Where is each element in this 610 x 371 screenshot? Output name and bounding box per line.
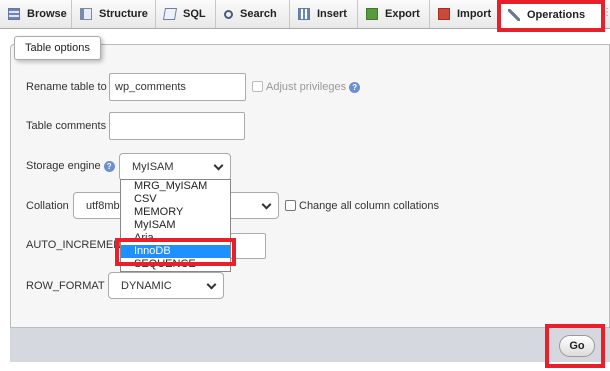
collation-value: utf8mb [86,199,120,212]
table-comments-label: Table comments [26,120,107,132]
tab-label: Browse [27,8,67,20]
adjust-privileges-checkbox[interactable] [252,81,263,92]
insert-icon [298,8,310,20]
search-icon [224,9,233,19]
more-tabs-icon[interactable]: ⋮ [602,7,610,19]
tab-label: Import [457,8,492,20]
storage-engine-value: MyISAM [132,161,174,173]
tab-search[interactable]: Search [216,0,290,28]
tab-label: Structure [99,8,148,20]
storage-engine-select[interactable]: MyISAM [119,153,231,181]
storage-option[interactable]: SEQUENCE [121,258,230,271]
panel-footer [10,327,610,362]
auto-increment-label: AUTO_INCREMENT [26,239,128,251]
tab-label: Operations [527,9,586,21]
rename-table-input[interactable]: wp_comments [109,73,246,101]
storage-option[interactable]: CSV [121,193,230,206]
storage-option-selected[interactable]: InnoDB [121,245,230,258]
import-icon [438,8,450,20]
tab-import[interactable]: Import [430,0,500,28]
storage-option[interactable]: MEMORY [121,206,230,219]
tab-label: Search [240,8,277,20]
chevron-down-icon [213,160,224,171]
wrench-icon [508,9,520,21]
tab-label: Export [385,8,420,20]
tab-browse[interactable]: Browse [0,0,72,28]
sql-icon [162,8,178,20]
change-all-collations-label: Change all column collations [299,200,440,212]
tab-bar: Browse Structure SQL Search Insert Expor… [0,0,610,30]
browse-icon [8,8,20,20]
structure-icon [80,8,92,20]
tab-structure[interactable]: Structure [72,0,156,28]
tab-sql[interactable]: SQL [156,0,216,28]
go-button[interactable]: Go [559,335,595,357]
tab-label: SQL [183,8,206,20]
adjust-privileges-label: Adjust privileges ? [266,81,361,93]
tab-operations[interactable]: Operations [500,0,602,30]
rename-table-label: Rename table to [26,81,107,93]
help-icon[interactable]: ? [103,160,115,172]
tab-export[interactable]: Export [358,0,430,28]
help-icon[interactable]: ? [349,81,361,93]
row-format-label: ROW_FORMAT [26,280,105,292]
tab-label: Insert [317,8,347,20]
storage-option[interactable]: Aria [121,232,230,245]
table-comments-input[interactable] [109,112,245,140]
storage-engine-options: MRG_MyISAM CSV MEMORY MyISAM Aria InnoDB… [120,179,231,272]
storage-engine-label: Storage engine ? [26,160,115,172]
storage-option[interactable]: MRG_MyISAM [121,180,230,193]
tab-insert[interactable]: Insert [290,0,358,28]
storage-option[interactable]: MyISAM [121,219,230,232]
auto-increment-input[interactable] [230,233,266,259]
change-all-collations-checkbox[interactable] [285,200,296,211]
export-icon [366,8,378,20]
fieldset-title: Table options [14,36,101,60]
row-format-select[interactable]: DYNAMIC [108,272,224,299]
chevron-down-icon [206,279,217,290]
collation-label: Collation [26,200,69,212]
row-format-value: DYNAMIC [121,279,172,292]
chevron-down-icon [261,199,272,210]
